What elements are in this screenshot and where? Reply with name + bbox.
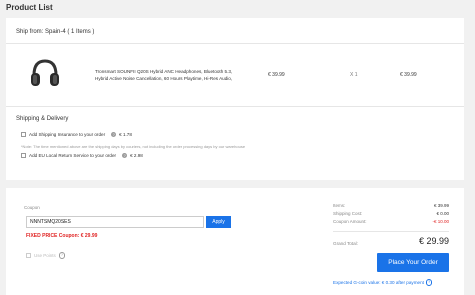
shipping-cost-label: Shipping Cost: (333, 211, 363, 216)
coupon-amount-value: -€ 10.00 (432, 219, 449, 224)
shipping-cost-value: € 0.00 (436, 211, 449, 216)
insurance-checkbox[interactable] (21, 132, 26, 137)
gcoin-text: Expected G-coin value: € 0.30 after paym… (333, 279, 424, 285)
return-service-label: Add EU Local Return Service to your orde… (29, 153, 117, 158)
return-service-option[interactable]: Add EU Local Return Service to your orde… (21, 153, 143, 158)
summary-shipping-row: Shipping Cost: € 0.00 (333, 211, 449, 216)
divider (6, 43, 464, 44)
product-name[interactable]: Tronsmart SOUNFII Q20S Hybrid ANC Headph… (95, 68, 245, 82)
place-order-button[interactable]: Place Your Order (377, 253, 449, 272)
use-points-option[interactable]: Use Points ? (26, 252, 66, 259)
coupon-label: Coupon (24, 205, 40, 210)
insurance-price: € 1.78 (119, 132, 132, 137)
items-value: € 39.99 (433, 203, 449, 208)
info-icon[interactable]: ? (122, 153, 128, 158)
product-quantity: X 1 (350, 72, 358, 78)
use-points-checkbox[interactable] (26, 252, 31, 258)
coupon-input[interactable]: NNNTSMQ20SES (26, 216, 204, 228)
ship-from-label: Ship from: Spain-4 ( 1 Items ) (16, 29, 95, 35)
coupon-applied-text: FIXED PRICE Coupon: € 29.99 (26, 233, 98, 239)
return-service-price: € 2.98 (130, 153, 143, 158)
use-points-label: Use Points (34, 252, 56, 258)
return-service-checkbox[interactable] (21, 153, 26, 158)
items-label: Items: (333, 203, 346, 208)
product-thumbnail[interactable] (28, 56, 62, 90)
divider (6, 106, 464, 107)
insurance-label: Add Shipping Insurance to your order (29, 132, 106, 137)
grand-total-label: Grand Total: (333, 241, 358, 246)
shipping-delivery-title: Shipping & Delivery (16, 116, 69, 122)
shipping-note: *Note: The time mentioned above are the … (21, 144, 246, 149)
grand-total-value: € 29.99 (418, 236, 449, 246)
headphones-icon (31, 59, 59, 86)
info-icon[interactable]: ? (111, 132, 117, 137)
help-icon[interactable]: ? (58, 252, 66, 259)
gcoin-info: Expected G-coin value: € 0.30 after paym… (333, 279, 453, 286)
insurance-option[interactable]: Add Shipping Insurance to your order ? €… (21, 132, 132, 137)
product-subtotal: € 39.99 (400, 72, 417, 78)
help-icon[interactable]: ? (425, 279, 433, 286)
summary-items-row: Items: € 39.99 (333, 203, 449, 208)
summary-coupon-row: Coupon Amount: -€ 10.00 (333, 219, 449, 224)
coupon-amount-label: Coupon Amount: (333, 219, 367, 224)
product-price: € 39.99 (268, 72, 285, 78)
apply-button[interactable]: Apply (206, 216, 231, 228)
page-title: Product List (6, 3, 53, 12)
summary-divider (333, 231, 449, 232)
